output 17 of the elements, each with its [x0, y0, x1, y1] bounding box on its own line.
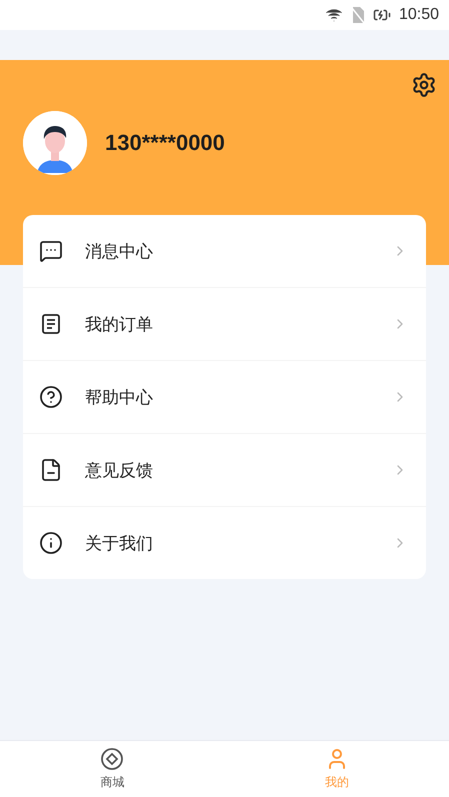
- menu-item[interactable]: 帮助中心: [23, 360, 426, 433]
- menu-item[interactable]: 我的订单: [23, 287, 426, 360]
- message-icon: [39, 239, 63, 263]
- list-icon: [39, 312, 63, 336]
- nav-tab[interactable]: 商城: [0, 741, 224, 797]
- help-icon: [39, 385, 63, 409]
- info-icon: [39, 531, 63, 555]
- menu-item[interactable]: 意见反馈: [23, 433, 426, 506]
- no-sim-icon: [350, 6, 365, 24]
- phone-number: 130****0000: [105, 130, 225, 156]
- avatar: [23, 111, 87, 175]
- status-time: 10:50: [398, 6, 439, 24]
- menu-item[interactable]: 关于我们: [23, 506, 426, 579]
- document-icon: [39, 458, 63, 482]
- settings-icon[interactable]: [411, 72, 437, 98]
- diamond-circle-icon: [100, 747, 124, 771]
- menu-item[interactable]: 消息中心: [23, 215, 426, 287]
